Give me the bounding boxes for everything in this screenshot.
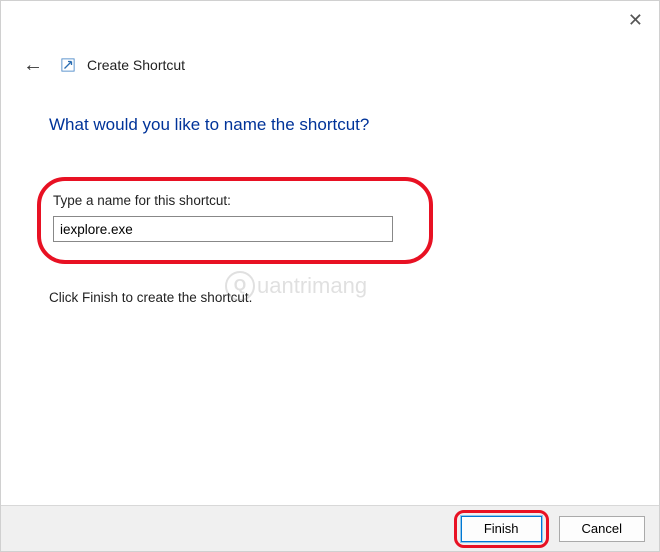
- cancel-button[interactable]: Cancel: [559, 516, 645, 542]
- finish-button[interactable]: Finish: [461, 516, 542, 542]
- wizard-footer: Finish Cancel: [1, 505, 659, 551]
- name-input-label: Type a name for this shortcut:: [51, 193, 413, 208]
- wizard-header: ← Create Shortcut: [1, 1, 659, 79]
- wizard-title: Create Shortcut: [87, 57, 185, 73]
- watermark-text: uantrimang: [257, 273, 367, 299]
- shortcut-icon: [61, 58, 77, 74]
- watermark-icon: Q: [225, 271, 255, 301]
- name-input-highlight: Type a name for this shortcut:: [37, 177, 433, 264]
- wizard-question: What would you like to name the shortcut…: [49, 115, 611, 135]
- watermark: Q uantrimang: [225, 271, 367, 301]
- shortcut-name-input[interactable]: [53, 216, 393, 242]
- close-button[interactable]: ✕: [628, 11, 643, 29]
- back-arrow-icon[interactable]: ←: [15, 51, 51, 79]
- finish-button-highlight: Finish: [454, 510, 549, 548]
